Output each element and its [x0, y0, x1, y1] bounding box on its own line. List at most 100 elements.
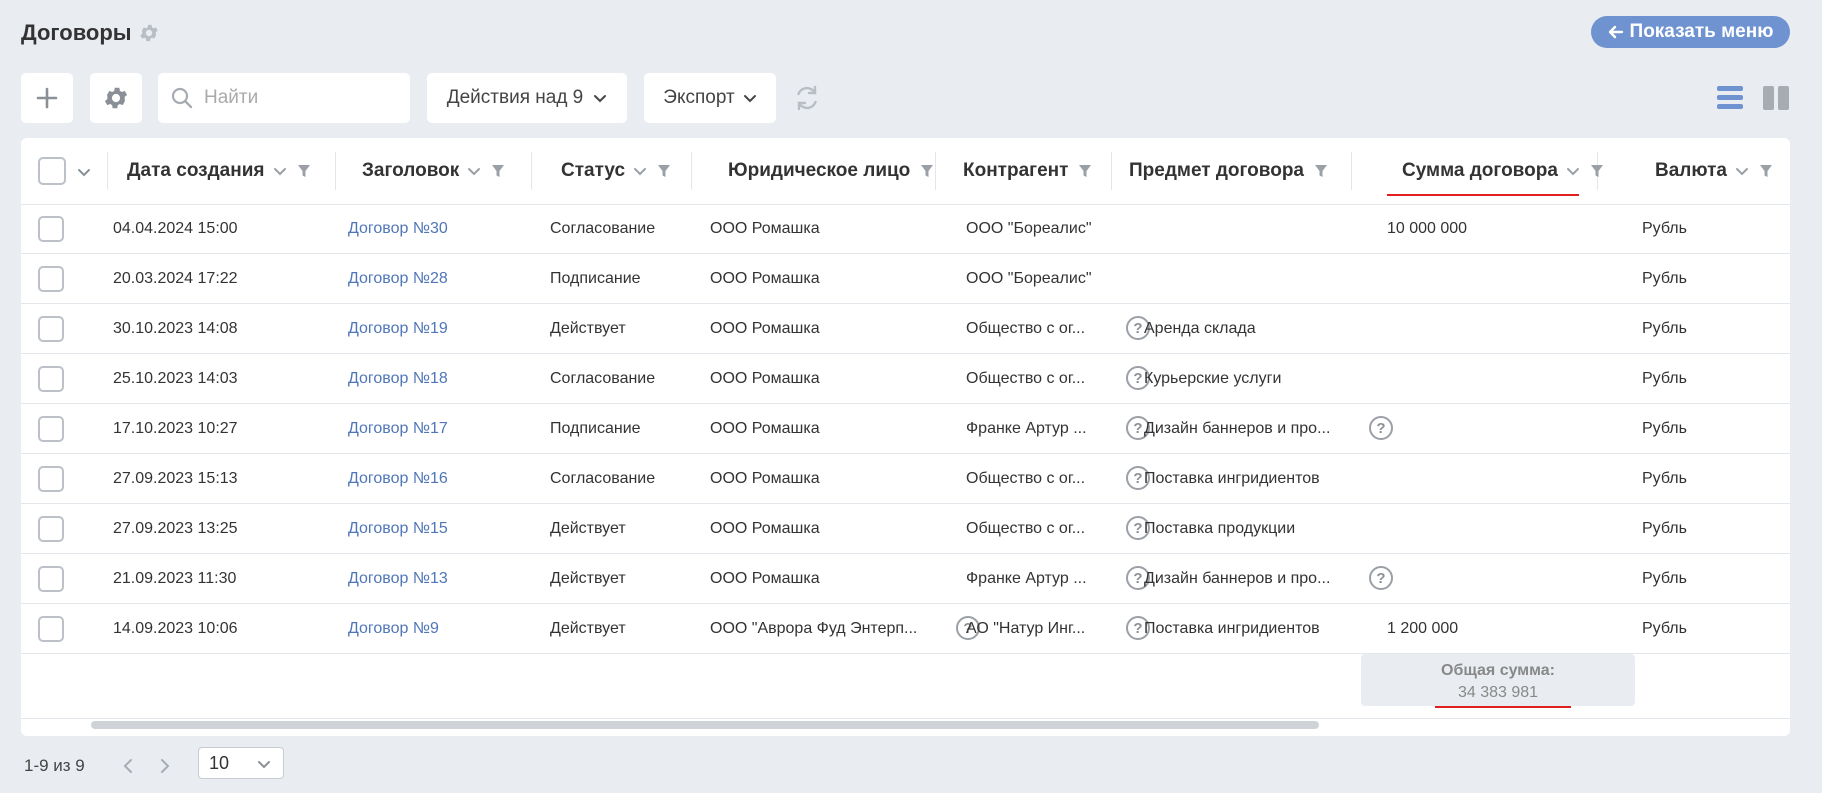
columns-view-icon[interactable]: [1763, 84, 1789, 112]
chevron-left-icon[interactable]: [120, 758, 136, 774]
cell-counterparty: АО "Натур Инг...: [966, 619, 1086, 637]
column-header-subject[interactable]: Предмет договора: [1129, 138, 1328, 204]
cell-title[interactable]: Договор №17: [348, 404, 448, 453]
cell-title[interactable]: Договор №28: [348, 254, 448, 303]
export-label: Экспорт: [663, 87, 735, 108]
column-header-status[interactable]: Статус: [561, 138, 671, 204]
filter-icon[interactable]: [1078, 164, 1092, 178]
show-menu-button[interactable]: Показать меню: [1591, 16, 1790, 48]
chevron-down-icon[interactable]: [273, 164, 287, 178]
table-row[interactable]: 04.04.2024 15:00 Договор №30 Согласование О…: [21, 204, 1790, 254]
active-sort-underline: [1387, 194, 1579, 196]
filter-icon[interactable]: [297, 164, 311, 178]
search-box[interactable]: [158, 73, 410, 123]
pager-range: 1-9 из 9: [24, 756, 85, 775]
cell-status: Действует: [550, 319, 626, 337]
settings-button[interactable]: [90, 73, 142, 123]
cell-counterparty: Общество с ог...: [966, 319, 1086, 337]
column-header-currency[interactable]: Валюта: [1655, 138, 1773, 204]
cell-currency: Рубль: [1642, 319, 1687, 337]
row-checkbox[interactable]: [38, 216, 64, 242]
cell-subject: Поставка продукции: [1144, 519, 1296, 537]
cell-title[interactable]: Договор №13: [348, 554, 448, 603]
cell-created-date: 04.04.2024 15:00: [113, 219, 238, 237]
actions-dropdown[interactable]: Действия над 9: [427, 73, 627, 123]
cell-title[interactable]: Договор №9: [348, 604, 439, 653]
cell-created-date: 27.09.2023 13:25: [113, 519, 238, 537]
chevron-down-icon[interactable]: [1735, 164, 1749, 178]
filter-icon[interactable]: [1590, 164, 1604, 178]
filter-icon[interactable]: [491, 164, 505, 178]
table-row[interactable]: 14.09.2023 10:06 Договор №9 Действует ООО "…: [21, 604, 1790, 654]
cell-status: Согласование: [550, 219, 656, 237]
cell-title[interactable]: Договор №30: [348, 204, 448, 253]
total-underline: [1435, 706, 1571, 708]
horizontal-scrollbar[interactable]: [91, 721, 1319, 729]
show-menu-label: Показать меню: [1629, 21, 1774, 42]
cell-currency: Рубль: [1642, 369, 1687, 387]
page-size-select[interactable]: 10: [198, 747, 284, 779]
cell-title[interactable]: Договор №15: [348, 504, 448, 553]
cell-currency: Рубль: [1642, 219, 1687, 237]
column-header-counterparty[interactable]: Контрагент: [963, 138, 1092, 204]
cell-counterparty: Франке Артур ...: [966, 419, 1087, 437]
help-icon[interactable]: ?: [1369, 416, 1393, 440]
export-dropdown[interactable]: Экспорт: [644, 73, 776, 123]
filter-icon[interactable]: [1759, 164, 1773, 178]
filter-icon[interactable]: [657, 164, 671, 178]
row-checkbox[interactable]: [38, 266, 64, 292]
cell-amount: 10 000 000: [1387, 219, 1468, 237]
cell-legal-entity: ООО Ромашка: [710, 269, 820, 287]
cell-title[interactable]: Договор №19: [348, 304, 448, 353]
list-view-icon[interactable]: [1717, 84, 1743, 112]
chevron-right-icon[interactable]: [157, 758, 173, 774]
cell-title[interactable]: Договор №16: [348, 454, 448, 503]
table-row[interactable]: 17.10.2023 10:27 Договор №17 Подписание ООО…: [21, 404, 1790, 454]
search-icon: [171, 87, 193, 109]
chevron-down-icon[interactable]: [633, 164, 647, 178]
column-header-title[interactable]: Заголовок: [362, 138, 505, 204]
chevron-down-icon[interactable]: [1566, 164, 1580, 178]
cell-created-date: 27.09.2023 15:13: [113, 469, 238, 487]
cell-counterparty: ООО "Бореалис": [966, 219, 1092, 237]
row-checkbox[interactable]: [38, 416, 64, 442]
add-button[interactable]: [21, 73, 73, 123]
table-row[interactable]: 20.03.2024 17:22 Договор №28 Подписание ООО…: [21, 254, 1790, 304]
page-title: Договоры: [21, 20, 132, 45]
chevron-down-icon: [594, 95, 607, 103]
refresh-icon[interactable]: [793, 84, 821, 112]
chevron-down-icon[interactable]: [77, 165, 91, 179]
select-all-checkbox[interactable]: [38, 157, 66, 185]
column-header-created-date[interactable]: Дата создания: [127, 138, 311, 204]
cell-status: Подписание: [550, 419, 641, 437]
row-checkbox[interactable]: [38, 366, 64, 392]
cell-created-date: 17.10.2023 10:27: [113, 419, 238, 437]
row-checkbox[interactable]: [38, 466, 64, 492]
table-row[interactable]: 27.09.2023 13:25 Договор №15 Действует ООО …: [21, 504, 1790, 554]
cell-title[interactable]: Договор №18: [348, 354, 448, 403]
row-checkbox[interactable]: [38, 616, 64, 642]
cell-legal-entity: ООО "Аврора Фуд Энтерп...: [710, 619, 918, 637]
table-row[interactable]: 30.10.2023 14:08 Договор №19 Действует ООО …: [21, 304, 1790, 354]
row-checkbox[interactable]: [38, 566, 64, 592]
row-checkbox[interactable]: [38, 516, 64, 542]
table-row[interactable]: 25.10.2023 14:03 Договор №18 Согласование О…: [21, 354, 1790, 404]
row-checkbox[interactable]: [38, 316, 64, 342]
gear-icon[interactable]: [138, 22, 160, 44]
chevron-down-icon[interactable]: [467, 164, 481, 178]
table-row[interactable]: 27.09.2023 15:13 Договор №16 Согласование О…: [21, 454, 1790, 504]
cell-status: Действует: [550, 519, 626, 537]
cell-currency: Рубль: [1642, 269, 1687, 287]
table-row[interactable]: 21.09.2023 11:30 Договор №13 Действует ООО …: [21, 554, 1790, 604]
search-input[interactable]: [202, 86, 396, 110]
column-header-legal-entity[interactable]: Юридическое лицо: [728, 138, 934, 204]
cell-legal-entity: ООО Ромашка: [710, 419, 820, 437]
filter-icon[interactable]: [1314, 164, 1328, 178]
help-icon[interactable]: ?: [1369, 566, 1393, 590]
cell-created-date: 30.10.2023 14:08: [113, 319, 238, 337]
cell-currency: Рубль: [1642, 619, 1687, 637]
cell-subject: Дизайн баннеров и про...: [1144, 419, 1331, 437]
filter-icon[interactable]: [920, 164, 934, 178]
cell-status: Действует: [550, 569, 626, 587]
table-header: Дата создания Заголовок Статус Юридическ…: [21, 138, 1790, 205]
